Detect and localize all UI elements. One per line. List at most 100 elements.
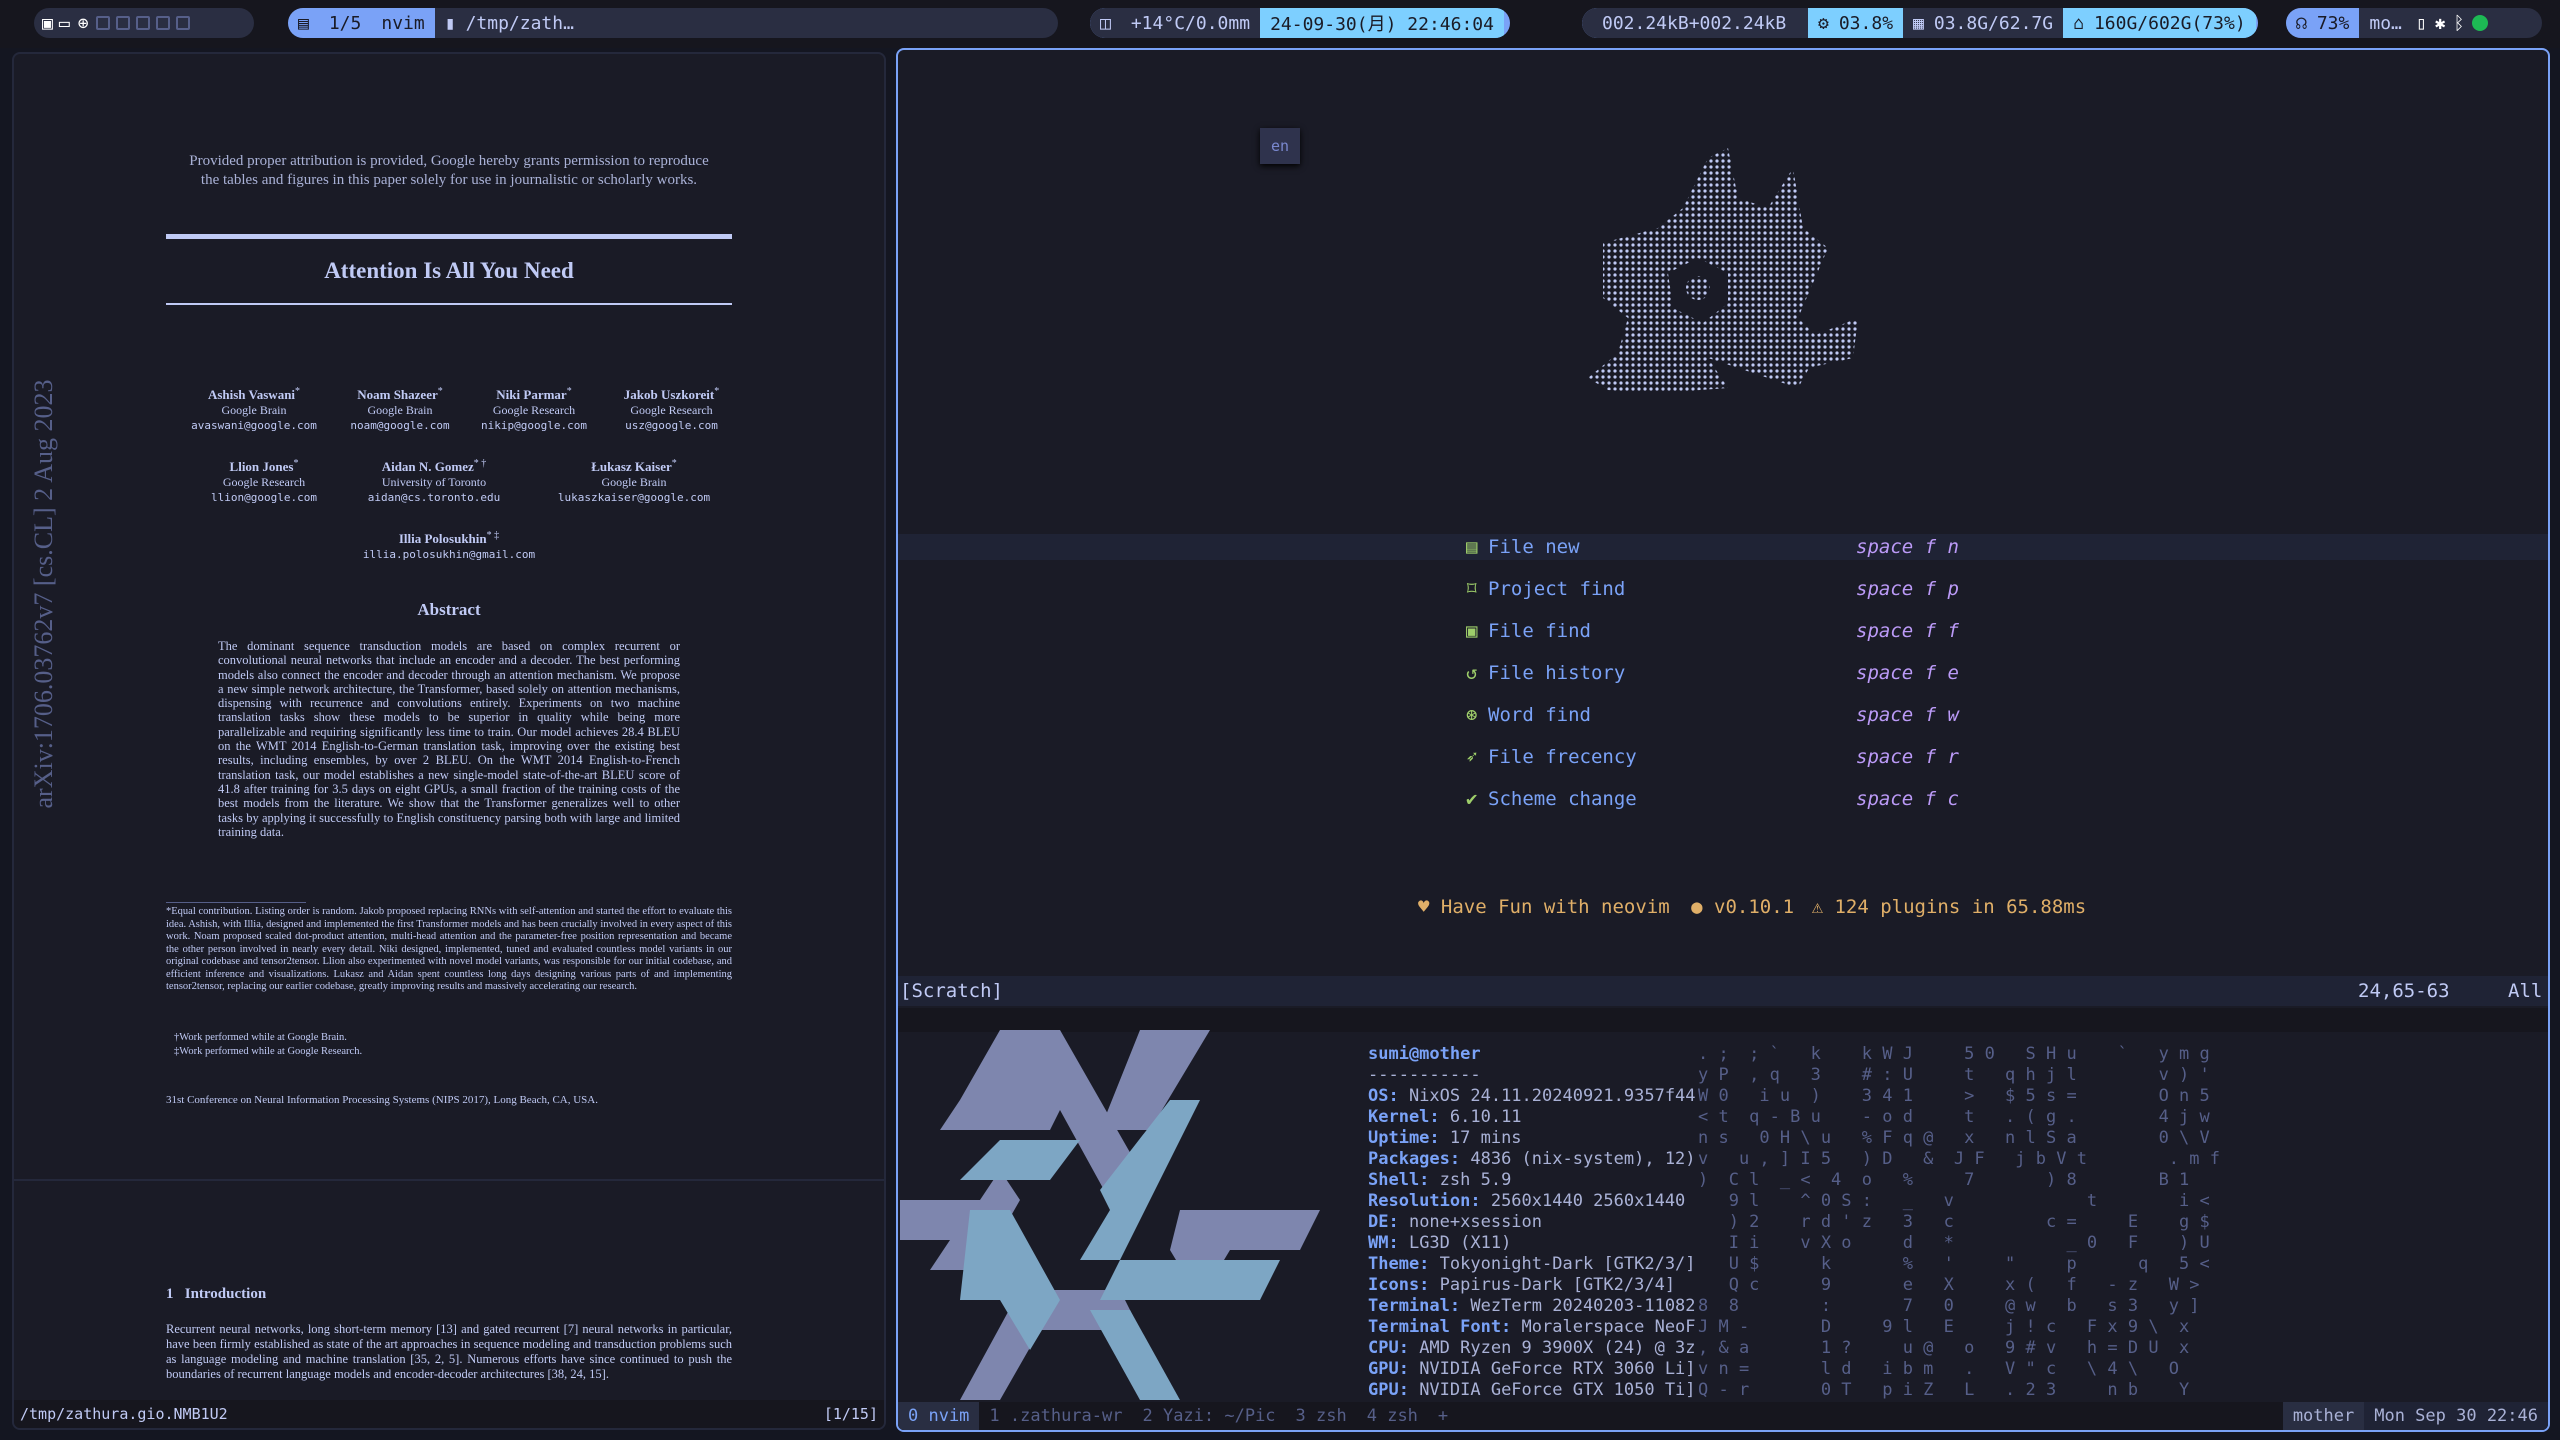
tmux-window-1[interactable]: 1 .zathura-wr xyxy=(979,1402,1132,1430)
bluetooth-icon[interactable]: ᛒ xyxy=(2454,13,2465,34)
workspace-count: 1/5 xyxy=(318,8,372,38)
tmux-host: mother xyxy=(2282,1402,2365,1430)
nvim-pane[interactable]: en ▤ File new space f n ⌑ Project find spa… xyxy=(898,50,2548,1006)
workspace-indicator[interactable] xyxy=(175,16,190,30)
matrix-line: 9 l ^ 0 S : _ v t i < xyxy=(1698,1191,2210,1211)
dashboard-item-scheme-change[interactable]: ✔ Scheme change space f c xyxy=(1466,781,2166,817)
fetch-value: zsh 5.9 xyxy=(1429,1170,1512,1190)
fetch-row: Resolution: 2560x1440 2560x1440 xyxy=(1368,1191,1685,1212)
fetch-value: Tokyonight-Dark [GTK2/3/] xyxy=(1429,1254,1696,1274)
author-block: Niki Parmar* Google Research nikip@google.… xyxy=(481,386,587,432)
fetch-separator: ----------- xyxy=(1368,1065,1481,1085)
buffer-name: [Scratch] xyxy=(900,980,1003,1002)
fetch-key: Resolution: xyxy=(1368,1191,1481,1211)
fetch-row: Kernel: 6.10.11 xyxy=(1368,1107,1522,1128)
arxiv-stamp: arXiv:1706.03762v7 [cs.CL] 2 Aug 2023 xyxy=(29,379,58,809)
dashboard-item-file-history[interactable]: ↺ File history space f e xyxy=(1466,655,2166,691)
fetch-value: Papirus-Dark [GTK2/3/4] xyxy=(1429,1275,1676,1295)
conference-note: 31st Conference on Neural Information Pr… xyxy=(166,1094,598,1106)
workspace-pill[interactable]: ▣ ▭ ⊕ xyxy=(34,8,254,38)
fetch-user: sumi@mother xyxy=(1368,1044,1481,1064)
phone-icon[interactable]: ▯ xyxy=(2416,13,2427,34)
workspace-indicator[interactable] xyxy=(95,16,110,30)
matrix-line: Q - r 0 T p i Z L . 2 3 n b Y xyxy=(1698,1380,2190,1400)
file-icon: ▤ xyxy=(1466,536,1478,558)
page-gap xyxy=(14,1179,884,1181)
top-bar: ▣ ▭ ⊕ ▤ 1/5 nvim ▮ /tmp/zath… ◫ +14°C/0.… xyxy=(0,0,2560,48)
abstract-text: The dominant sequence transduction model… xyxy=(218,639,680,839)
tmux-window-3[interactable]: 3 zsh xyxy=(1286,1402,1357,1430)
workspace-indicator[interactable] xyxy=(135,16,150,30)
cpu-text: 03.8% xyxy=(1838,8,1904,38)
fetch-value: NVIDIA GeForce RTX 3060 Li] xyxy=(1408,1359,1696,1379)
fetch-value: none+xsession xyxy=(1398,1212,1543,1232)
weather-clock-pill: ◫ +14°C/0.0mm 24-09-30(月) 22:46:04 xyxy=(1090,8,1510,38)
rocket-icon: ➶ xyxy=(1466,746,1478,768)
scheme-icon: ✔ xyxy=(1466,788,1478,810)
fetch-value: NVIDIA GeForce GTX 1050 Ti] xyxy=(1408,1380,1696,1400)
dashboard-item-file-find[interactable]: ▣ File find space f f xyxy=(1466,613,2166,649)
workspace-indicator[interactable] xyxy=(155,16,170,30)
matrix-line: < t q - B u - o d t . ( g . 4 j w xyxy=(1698,1107,2210,1127)
path-icon: ▮ xyxy=(444,12,456,34)
memory-icon: ▦ xyxy=(1903,8,1934,38)
fetch-row: Shell: zsh 5.9 xyxy=(1368,1170,1511,1191)
terminal-window[interactable]: en ▤ File new space f n ⌑ Project find spa… xyxy=(896,48,2550,1432)
active-app: nvim xyxy=(371,8,435,38)
matrix-line: I i v X o d * _ 0 F ) U xyxy=(1698,1233,2210,1253)
fetch-key: Uptime: xyxy=(1368,1128,1440,1148)
dashboard-item-file-new[interactable]: ▤ File new space f n xyxy=(1466,529,2166,565)
fetch-row: Terminal: WezTerm 20240203-11082 xyxy=(1368,1296,1696,1317)
tmux-window-0[interactable]: 0 nvim xyxy=(898,1402,980,1430)
window-path: /tmp/zath… xyxy=(465,12,574,34)
window-title-pill[interactable]: ▤ 1/5 nvim ▮ /tmp/zath… xyxy=(288,8,1058,38)
pdf-filename: /tmp/zathura.gio.NMB1U2 xyxy=(20,1405,228,1423)
memory-text: 03.8G/62.7G xyxy=(1933,8,2064,38)
fetch-key: Theme: xyxy=(1368,1254,1430,1274)
scroll-position: All xyxy=(2508,980,2543,1002)
matrix-line: Q c 9 e X x ( f - z W > xyxy=(1698,1275,2200,1295)
tmux-window-4[interactable]: 4 zsh xyxy=(1357,1402,1428,1430)
workspace-indicator[interactable] xyxy=(115,16,130,30)
language-badge: en xyxy=(1260,128,1300,164)
network-tray-icon[interactable]: ✱ xyxy=(2435,13,2446,34)
fetch-row: GPU: NVIDIA GeForce GTX 1050 Ti] xyxy=(1368,1380,1696,1401)
dashboard-logo xyxy=(1588,148,1858,393)
nixos-logo xyxy=(900,1030,1320,1400)
headphones-icon[interactable]: ☊ xyxy=(2286,8,2317,38)
dashboard-item-project-find[interactable]: ⌑ Project find space f p xyxy=(1466,571,2166,607)
footnote-main: *Equal contribution. Listing order is ra… xyxy=(166,906,732,992)
dashboard-item-file-frecency[interactable]: ➶ File frecency space f r xyxy=(1466,739,2166,775)
weather-icon: ◫ xyxy=(1090,8,1121,38)
intro-text: Recurrent neural networks, long short-te… xyxy=(166,1322,732,1381)
fetch-key: Packages: xyxy=(1368,1149,1461,1169)
author-block: Llion Jones* Google Research llion@google.… xyxy=(211,458,317,504)
section-heading: 1 Introduction xyxy=(166,1286,267,1302)
author-block: Łukasz Kaiser* Google Brain lukaszkaiser@g… xyxy=(557,458,711,504)
fetch-row: Terminal Font: Moralerspace NeoF xyxy=(1368,1317,1696,1338)
author-block: Noam Shazeer* Google Brain noam@google.com xyxy=(350,386,450,432)
matrix-line: J M - D 9 l E j ! c F x 9 \ x xyxy=(1698,1317,2190,1337)
matrix-line: . ; ; ` k k W J 5 0 S H u ` y m g xyxy=(1698,1044,2210,1064)
globe-icon: ⊕ xyxy=(77,12,89,34)
media-text[interactable]: mo… xyxy=(2359,8,2412,38)
fetch-value: AMD Ryzen 9 3900X (24) @ 3z xyxy=(1408,1338,1696,1358)
tray-pill: ☊ 73% mo… ▯ ✱ ᛒ xyxy=(2286,8,2542,38)
fetch-row: Icons: Papirus-Dark [GTK2/3/4] xyxy=(1368,1275,1675,1296)
volume-text[interactable]: 73% xyxy=(2316,8,2360,38)
permission-notice: Provided proper attribution is provided,… xyxy=(189,153,709,188)
fetch-key: Icons: xyxy=(1368,1275,1430,1295)
footnote-google-research: ‡Work performed while at Google Research… xyxy=(174,1046,363,1057)
dashboard-item-word-find[interactable]: ⊛ Word find space f w xyxy=(1466,697,2166,733)
shell-pane[interactable]: sumi@mother ----------- OS: NixOS 24.11.… xyxy=(898,1030,2548,1430)
tmux-window-2[interactable]: 2 Yazi: ~/Pic xyxy=(1132,1402,1285,1430)
matrix-line: U $ k % ' " p q 5 < xyxy=(1698,1254,2210,1274)
tmux-clock: Mon Sep 30 22:46 xyxy=(2364,1402,2548,1430)
pane-divider[interactable] xyxy=(898,1008,2548,1032)
spotify-icon[interactable] xyxy=(2472,15,2489,31)
tmux-new-window[interactable]: + xyxy=(1428,1402,1458,1430)
matrix-line: n s 0 H \ u % F q @ x n l S a 0 \ V xyxy=(1698,1128,2210,1148)
pdf-viewer-window[interactable]: Provided proper attribution is provided,… xyxy=(12,52,886,1430)
fetch-row: Uptime: 17 mins xyxy=(1368,1128,1522,1149)
footnote-rule xyxy=(166,902,306,903)
